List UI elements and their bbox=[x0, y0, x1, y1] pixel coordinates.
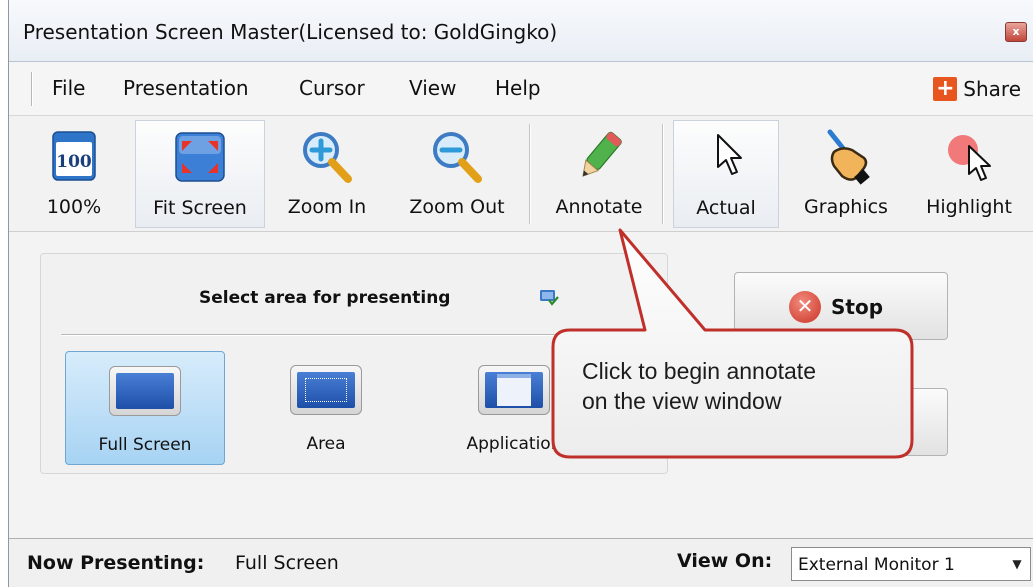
zoom-100-icon: 100 bbox=[52, 131, 96, 181]
status-bar: Now Presenting: Full Screen View On: Ext… bbox=[9, 538, 1033, 587]
now-presenting-label: Now Presenting: bbox=[27, 552, 205, 574]
callout-text: Click to begin annotate on the view wind… bbox=[582, 356, 892, 416]
title-bar: Presentation Screen Master(Licensed to: … bbox=[9, 0, 1033, 62]
fit-screen-icon bbox=[175, 132, 225, 182]
highlight-cursor-icon bbox=[948, 135, 991, 181]
view-on-value: External Monitor 1 bbox=[798, 555, 955, 575]
application-window-icon bbox=[478, 365, 550, 415]
zoom-in-icon bbox=[303, 132, 352, 183]
tool-label: Actual bbox=[696, 197, 756, 219]
mode-application[interactable]: Application bbox=[439, 351, 589, 465]
select-area-panel: Select area for presenting Full Screen A… bbox=[40, 253, 668, 474]
tool-100-percent[interactable]: 100 100% bbox=[37, 120, 111, 228]
tool-label: 100% bbox=[46, 196, 102, 218]
share-button[interactable]: + Share bbox=[933, 74, 1021, 104]
stop-x-icon: ✕ bbox=[789, 291, 821, 323]
mode-label: Full Screen bbox=[98, 435, 192, 455]
arrow-cursor-icon bbox=[717, 134, 742, 175]
select-area-title: Select area for presenting bbox=[199, 288, 451, 308]
tool-fit-screen[interactable]: Fit Screen bbox=[135, 120, 265, 228]
area-select-icon bbox=[290, 365, 362, 415]
tool-highlight[interactable]: Highlight bbox=[911, 120, 1027, 228]
menu-bar: File Presentation Cursor View Help + Sha… bbox=[9, 62, 1033, 116]
zoom-out-icon bbox=[433, 132, 482, 183]
graphics-hand-icon bbox=[827, 129, 870, 185]
toolbar-separator bbox=[662, 124, 664, 224]
view-on-dropdown[interactable]: External Monitor 1 ▼ bbox=[791, 547, 1031, 581]
menu-view[interactable]: View bbox=[409, 76, 456, 100]
toolbar-separator bbox=[529, 124, 531, 224]
pencil-icon bbox=[582, 131, 622, 177]
tool-label: Zoom In bbox=[287, 196, 367, 218]
menu-file[interactable]: File bbox=[52, 76, 85, 100]
tool-actual[interactable]: Actual bbox=[673, 120, 779, 228]
tool-label: Zoom Out bbox=[409, 196, 505, 218]
mode-label: Area bbox=[306, 434, 346, 454]
mode-label: Application bbox=[466, 434, 562, 454]
share-plus-icon: + bbox=[933, 77, 958, 101]
tool-graphics[interactable]: Graphics bbox=[787, 120, 905, 228]
tool-annotate[interactable]: Annotate bbox=[539, 120, 659, 228]
stop-button[interactable]: ✕ Stop bbox=[734, 272, 948, 340]
app-window: Presentation Screen Master(Licensed to: … bbox=[8, 0, 1033, 587]
close-button[interactable]: x bbox=[1005, 22, 1027, 42]
menu-cursor[interactable]: Cursor bbox=[299, 76, 365, 100]
menu-help[interactable]: Help bbox=[495, 76, 541, 100]
toolbar: 100 100% Fit Screen Zoom In Zoom Out Ann… bbox=[9, 116, 1033, 232]
menu-presentation[interactable]: Presentation bbox=[123, 76, 249, 100]
tool-label: Fit Screen bbox=[153, 197, 247, 219]
now-presenting-value: Full Screen bbox=[235, 552, 339, 574]
callout-line-2: on the view window bbox=[582, 388, 782, 414]
mode-area[interactable]: Area bbox=[251, 351, 401, 465]
tool-label: Graphics bbox=[804, 196, 888, 218]
callout-line-1: Click to begin annotate bbox=[582, 358, 816, 384]
menu-grip bbox=[31, 72, 33, 106]
tool-label: Highlight bbox=[926, 196, 1012, 218]
dropdown-arrow-icon[interactable]: ▼ bbox=[1004, 548, 1030, 580]
view-on-label: View On: bbox=[677, 550, 773, 572]
monitor-settings-icon[interactable] bbox=[539, 288, 559, 308]
full-screen-icon bbox=[109, 366, 181, 416]
tool-label: Annotate bbox=[555, 196, 643, 218]
mode-full-screen[interactable]: Full Screen bbox=[65, 351, 225, 465]
tool-zoom-out[interactable]: Zoom Out bbox=[393, 120, 521, 228]
zoom-100-icon-text: 100 bbox=[56, 152, 92, 172]
stop-label: Stop bbox=[831, 295, 884, 319]
share-label: Share bbox=[963, 77, 1021, 101]
tool-zoom-in[interactable]: Zoom In bbox=[267, 120, 387, 228]
panel-divider bbox=[61, 334, 651, 336]
window-title: Presentation Screen Master(Licensed to: … bbox=[23, 20, 558, 44]
